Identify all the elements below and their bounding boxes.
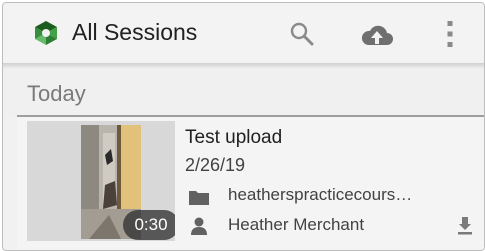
session-title[interactable]: Test upload	[185, 127, 282, 149]
session-date: 2/26/19	[185, 155, 246, 175]
session-owner: Heather Merchant	[228, 215, 365, 234]
download-icon[interactable]	[458, 217, 472, 235]
cloud-upload-icon[interactable]	[360, 23, 394, 47]
folder-icon	[189, 191, 209, 205]
session-row[interactable]: 0:30 Test upload 2/26/19 heatherspractic…	[17, 117, 484, 250]
session-folder[interactable]: heatherspracticecours…	[228, 185, 412, 205]
search-icon[interactable]	[289, 21, 315, 47]
more-vert-icon[interactable]	[446, 20, 454, 48]
app-window: All Sessions Today 0:30 Test upload 2/26…	[2, 2, 485, 251]
person-icon	[191, 217, 207, 235]
page-title: All Sessions	[72, 19, 198, 45]
section-label: Today	[27, 81, 86, 106]
section-header: Today	[3, 69, 484, 117]
session-thumbnail[interactable]: 0:30	[27, 121, 175, 241]
duration-badge: 0:30	[123, 210, 175, 240]
panopto-logo-icon[interactable]	[33, 20, 59, 46]
app-bar: All Sessions	[3, 3, 484, 65]
